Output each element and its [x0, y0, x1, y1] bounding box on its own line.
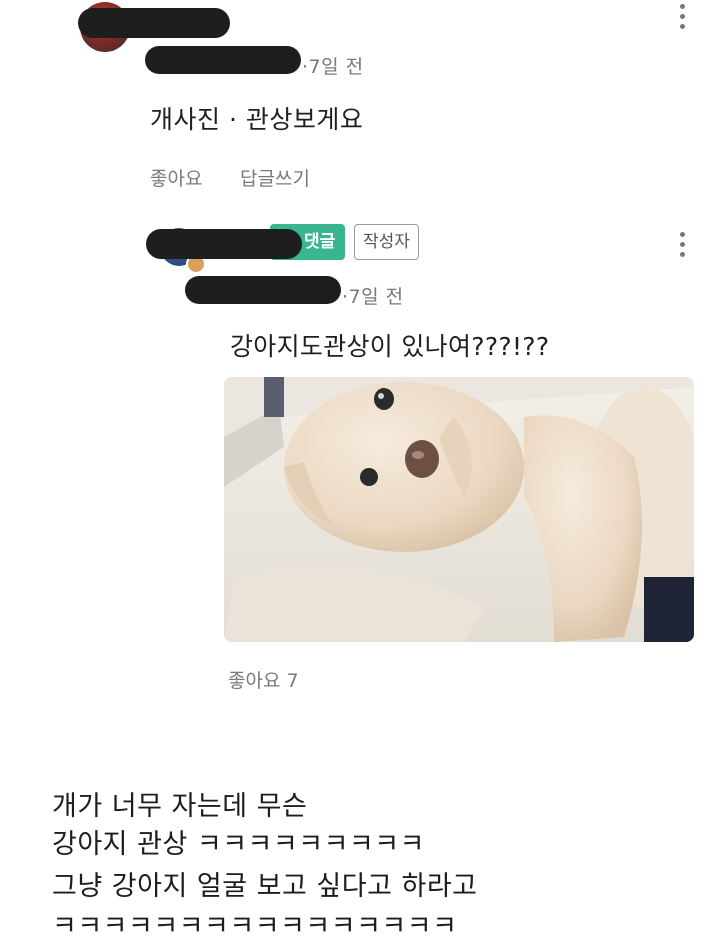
- reply-like-count[interactable]: 좋아요 7: [228, 666, 299, 693]
- redacted-reply-username: [146, 229, 302, 259]
- reply-more-options-icon[interactable]: [680, 232, 686, 262]
- more-options-icon[interactable]: [680, 4, 686, 34]
- author-badge: 작성자: [354, 224, 419, 260]
- reply-text: 강아지도관상이 있나여???!??: [230, 332, 550, 361]
- like-button[interactable]: 좋아요: [150, 164, 202, 191]
- caption-line-1: 개가 너무 자는데 무슨: [52, 791, 308, 822]
- caption-line-4: ㅋㅋㅋㅋㅋㅋㅋㅋㅋㅋㅋㅋㅋㅋㅋㅋ: [52, 911, 458, 942]
- comment-timestamp: ·7일 전: [302, 56, 364, 78]
- caption-line-2: 강아지 관상 ㅋㅋㅋㅋㅋㅋㅋㅋㅋ: [52, 829, 425, 860]
- puppy-photo[interactable]: [224, 377, 694, 642]
- caption-line-3: 그냥 강아지 얼굴 보고 싶다고 하라고: [52, 871, 478, 902]
- redacted-reply-user-id: [185, 276, 341, 304]
- redacted-user-id: [145, 46, 301, 74]
- reply-button[interactable]: 답글쓰기: [240, 164, 310, 191]
- puppy-illustration: [224, 377, 694, 642]
- reply-timestamp: ·7일 전: [342, 286, 404, 308]
- redacted-username: [78, 8, 230, 38]
- comment-text: 개사진 · 관상보게요: [150, 105, 364, 134]
